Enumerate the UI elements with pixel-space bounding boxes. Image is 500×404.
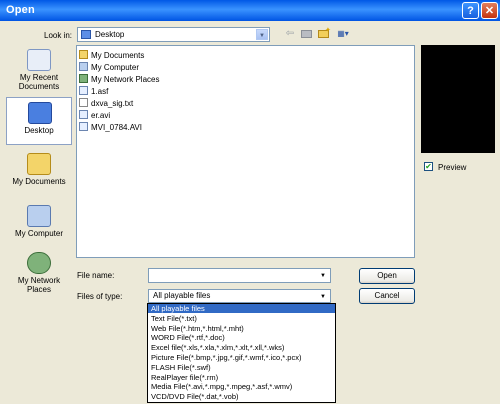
open-button[interactable]: Open bbox=[359, 268, 415, 284]
file-name-input[interactable]: ▼ bbox=[148, 268, 331, 283]
media-file-icon bbox=[79, 122, 88, 131]
place-label: My Documents bbox=[12, 177, 66, 186]
place-my-documents[interactable]: My Documents bbox=[6, 149, 72, 197]
desktop-icon bbox=[28, 102, 52, 124]
list-item[interactable]: 1.asf bbox=[79, 86, 108, 98]
list-item[interactable]: My Computer bbox=[79, 62, 139, 74]
list-item[interactable]: RealPlayer file(*.rm) bbox=[148, 373, 335, 382]
files-of-type-value: All playable files bbox=[153, 291, 211, 300]
list-item[interactable]: Media File(*.avi,*.mpg,*.mpeg,*.asf,*.wm… bbox=[148, 382, 335, 391]
back-icon[interactable]: ⇦ bbox=[283, 28, 297, 40]
title-bar[interactable]: Open ? ✕ bbox=[0, 0, 500, 21]
new-folder-icon[interactable]: ✦ bbox=[317, 27, 331, 40]
open-dialog: Open ? ✕ Look in: Desktop ▼ ⇦ ✦ ▦▾ My Re… bbox=[0, 0, 500, 404]
recent-documents-icon bbox=[27, 49, 51, 71]
cancel-button[interactable]: Cancel bbox=[359, 288, 415, 304]
look-in-value: Desktop bbox=[95, 30, 125, 39]
place-desktop[interactable]: Desktop bbox=[6, 97, 72, 145]
list-item[interactable]: dxva_sig.txt bbox=[79, 98, 133, 110]
desktop-icon bbox=[81, 30, 91, 39]
files-of-type-label: Files of type: bbox=[77, 292, 123, 301]
list-item[interactable]: My Network Places bbox=[79, 74, 159, 86]
help-button[interactable]: ? bbox=[462, 2, 479, 19]
file-name-label: File name: bbox=[77, 271, 115, 280]
look-in-label: Look in: bbox=[44, 31, 73, 40]
place-my-network-places[interactable]: My Network Places bbox=[6, 248, 72, 296]
text-file-icon bbox=[79, 98, 88, 107]
list-item[interactable]: Picture File(*.bmp,*.jpg,*.gif,*.wmf,*.i… bbox=[148, 353, 335, 362]
file-list[interactable]: My Documents My Computer My Network Plac… bbox=[76, 45, 415, 258]
my-documents-icon bbox=[27, 153, 51, 175]
media-file-icon bbox=[79, 86, 88, 95]
place-my-computer[interactable]: My Computer bbox=[6, 201, 72, 249]
preview-checkbox[interactable]: ✔ bbox=[424, 162, 433, 171]
list-item[interactable]: Excel file(*.xls,*.xla,*.xlm,*.xlt,*.xll… bbox=[148, 343, 335, 352]
up-folder-icon[interactable] bbox=[300, 28, 314, 40]
place-label: My Computer bbox=[14, 229, 63, 238]
list-item[interactable]: My Documents bbox=[79, 50, 144, 62]
chevron-down-icon[interactable]: ▼ bbox=[317, 270, 329, 281]
network-places-icon bbox=[27, 252, 51, 274]
place-label: My Network Places bbox=[17, 276, 61, 294]
look-in-dropdown[interactable]: Desktop ▼ bbox=[77, 27, 270, 42]
dialog-title: Open bbox=[6, 4, 35, 16]
list-item[interactable]: Web File(*.htm,*.html,*.mht) bbox=[148, 324, 335, 333]
chevron-down-icon[interactable]: ▼ bbox=[256, 29, 268, 40]
preview-pane bbox=[421, 45, 495, 153]
list-item[interactable]: er.avi bbox=[79, 110, 110, 122]
views-menu-icon[interactable]: ▦▾ bbox=[334, 28, 352, 40]
list-item[interactable]: WORD File(*.rtf,*.doc) bbox=[148, 333, 335, 342]
media-file-icon bbox=[79, 110, 88, 119]
chevron-down-icon[interactable]: ▼ bbox=[317, 291, 329, 301]
file-type-dropdown-list[interactable]: All playable files Text File(*.txt) Web … bbox=[147, 303, 336, 403]
preview-label: Preview bbox=[438, 163, 467, 172]
close-button[interactable]: ✕ bbox=[481, 2, 498, 19]
folder-icon bbox=[79, 50, 88, 59]
list-item[interactable]: All playable files bbox=[148, 304, 335, 313]
list-item[interactable]: Text File(*.txt) bbox=[148, 314, 335, 323]
network-icon bbox=[79, 74, 88, 83]
computer-icon bbox=[79, 62, 88, 71]
place-my-recent-documents[interactable]: My Recent Documents bbox=[6, 45, 72, 93]
places-bar: My Recent Documents Desktop My Documents… bbox=[6, 45, 73, 295]
my-computer-icon bbox=[27, 205, 51, 227]
list-item[interactable]: FLASH File(*.swf) bbox=[148, 363, 335, 372]
list-item[interactable]: MVI_0784.AVI bbox=[79, 122, 142, 134]
place-label: Desktop bbox=[24, 126, 54, 135]
place-label: My Recent Documents bbox=[18, 73, 60, 91]
list-item[interactable]: VCD/DVD File(*.dat,*.vob) bbox=[148, 392, 335, 401]
files-of-type-dropdown[interactable]: All playable files ▼ bbox=[148, 289, 331, 303]
